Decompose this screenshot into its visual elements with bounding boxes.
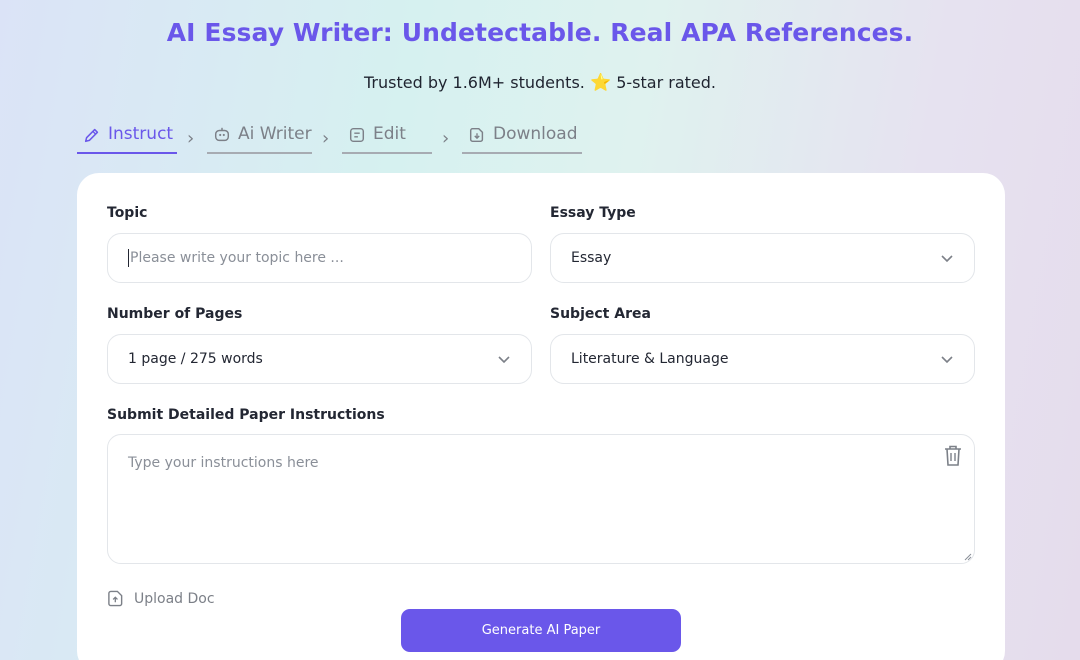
rating-text: 5-star rated. <box>616 73 716 92</box>
robot-icon <box>214 127 230 142</box>
chevron-down-icon <box>498 356 510 364</box>
resize-handle-icon[interactable] <box>963 552 972 561</box>
download-icon <box>469 127 484 143</box>
upload-icon <box>108 590 123 607</box>
tab-ai-writer[interactable]: Ai Writer <box>207 124 312 154</box>
document-edit-icon <box>349 127 365 143</box>
text-caret <box>128 249 129 267</box>
tab-download[interactable]: Download <box>462 124 582 154</box>
upload-doc-button[interactable]: Upload Doc <box>107 590 215 607</box>
instructions-textarea[interactable]: Type your instructions here <box>107 434 975 564</box>
tab-download-label: Download <box>493 124 578 144</box>
tab-instruct[interactable]: Instruct <box>77 124 177 154</box>
chevron-right-icon: › <box>442 128 450 149</box>
pages-select[interactable]: 1 page / 275 words <box>107 334 532 384</box>
topic-label: Topic <box>107 205 148 221</box>
instructions-placeholder: Type your instructions here <box>128 455 319 471</box>
tab-instruct-label: Instruct <box>108 124 174 144</box>
trust-text: Trusted by 1.6M+ students. <box>363 73 585 92</box>
tab-edit-label: Edit <box>373 124 406 144</box>
essay-form-card: Topic Please write your topic here ... E… <box>77 173 1005 660</box>
trust-line: Trusted by 1.6M+ students. ⭐ 5-star rate… <box>0 73 1080 93</box>
upload-doc-label: Upload Doc <box>134 590 215 607</box>
topic-placeholder: Please write your topic here ... <box>130 250 344 266</box>
instructions-label: Submit Detailed Paper Instructions <box>107 407 385 423</box>
chevron-right-icon: › <box>187 128 195 149</box>
topic-input[interactable]: Please write your topic here ... <box>107 233 532 283</box>
chevron-right-icon: › <box>322 128 330 149</box>
pages-label: Number of Pages <box>107 306 243 322</box>
chevron-down-icon <box>941 255 953 263</box>
subject-value: Literature & Language <box>571 351 729 367</box>
star-icon: ⭐ <box>589 73 612 93</box>
chevron-down-icon <box>941 356 953 364</box>
tab-ai-writer-label: Ai Writer <box>238 124 312 144</box>
subject-label: Subject Area <box>550 306 651 322</box>
essay-type-value: Essay <box>571 250 612 266</box>
generate-paper-button[interactable]: Generate AI Paper <box>401 609 681 652</box>
essay-type-label: Essay Type <box>550 205 636 221</box>
subject-select[interactable]: Literature & Language <box>550 334 975 384</box>
page-title: AI Essay Writer: Undetectable. Real APA … <box>166 18 914 47</box>
pencil-icon <box>84 128 99 143</box>
tab-edit[interactable]: Edit <box>342 124 432 154</box>
pages-value: 1 page / 275 words <box>128 351 263 367</box>
essay-type-select[interactable]: Essay <box>550 233 975 283</box>
trash-icon[interactable] <box>943 444 963 468</box>
